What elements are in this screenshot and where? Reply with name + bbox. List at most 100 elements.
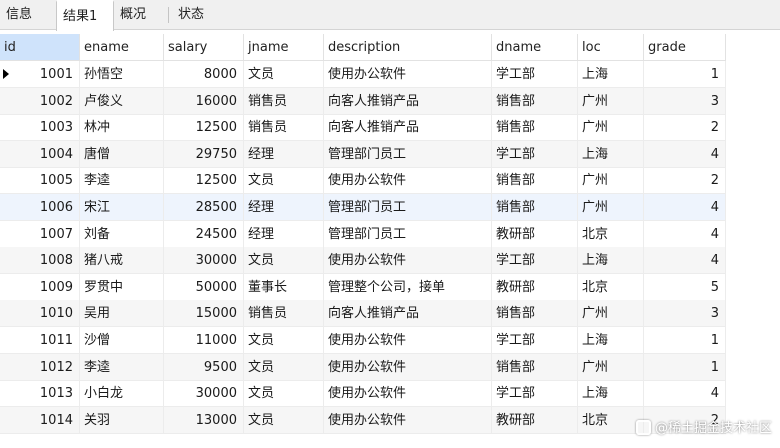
cell-jname[interactable]: 销售员 <box>244 87 324 115</box>
cell-description[interactable]: 向客人推销产品 <box>324 114 492 142</box>
cell-description[interactable]: 管理部门员工 <box>324 220 492 248</box>
cell-loc[interactable]: 北京 <box>578 273 644 301</box>
cell-salary[interactable]: 12500 <box>164 114 244 142</box>
cell-salary[interactable]: 30000 <box>164 380 244 408</box>
cell-loc[interactable]: 上海 <box>578 380 644 408</box>
cell-dname[interactable]: 教研部 <box>492 220 578 248</box>
cell-loc[interactable]: 北京 <box>578 220 644 248</box>
cell-id[interactable]: 1001 <box>0 61 80 88</box>
cell-dname[interactable]: 学工部 <box>492 61 578 88</box>
table-row[interactable]: 1003 林冲 12500 销售员 向客人推销产品 销售部 广州 2 <box>0 114 726 142</box>
cell-id[interactable]: 1013 <box>0 380 80 408</box>
cell-id[interactable]: 1010 <box>0 300 80 328</box>
table-row[interactable]: 1007 刘备 24500 经理 管理部门员工 教研部 北京 4 <box>0 220 726 248</box>
column-header-salary[interactable]: salary <box>164 34 244 61</box>
cell-grade[interactable]: 4 <box>644 247 726 275</box>
cell-ename[interactable]: 唐僧 <box>80 140 164 168</box>
cell-dname[interactable]: 销售部 <box>492 353 578 381</box>
cell-salary[interactable]: 29750 <box>164 140 244 168</box>
cell-jname[interactable]: 文员 <box>244 380 324 408</box>
cell-salary[interactable]: 13000 <box>164 406 244 434</box>
cell-jname[interactable]: 文员 <box>244 353 324 381</box>
cell-ename[interactable]: 吴用 <box>80 300 164 328</box>
cell-ename[interactable]: 卢俊义 <box>80 87 164 115</box>
cell-loc[interactable]: 广州 <box>578 300 644 328</box>
cell-jname[interactable]: 经理 <box>244 220 324 248</box>
cell-grade[interactable]: 4 <box>644 140 726 168</box>
cell-description[interactable]: 使用办公软件 <box>324 247 492 275</box>
column-header-dname[interactable]: dname <box>492 34 578 61</box>
cell-loc[interactable]: 上海 <box>578 61 644 88</box>
cell-description[interactable]: 使用办公软件 <box>324 327 492 354</box>
cell-ename[interactable]: 罗贯中 <box>80 273 164 301</box>
cell-salary[interactable]: 16000 <box>164 87 244 115</box>
cell-salary[interactable]: 8000 <box>164 61 244 88</box>
cell-ename[interactable]: 猪八戒 <box>80 247 164 275</box>
cell-grade[interactable]: 5 <box>644 273 726 301</box>
cell-loc[interactable]: 广州 <box>578 353 644 381</box>
cell-dname[interactable]: 销售部 <box>492 167 578 195</box>
column-header-loc[interactable]: loc <box>578 34 644 61</box>
cell-dname[interactable]: 销售部 <box>492 87 578 115</box>
table-row[interactable]: 1005 李逵 12500 文员 使用办公软件 销售部 广州 2 <box>0 167 726 195</box>
cell-description[interactable]: 管理整个公司，接单 <box>324 273 492 301</box>
table-row[interactable]: 1002 卢俊义 16000 销售员 向客人推销产品 销售部 广州 3 <box>0 87 726 115</box>
cell-description[interactable]: 使用办公软件 <box>324 353 492 381</box>
cell-dname[interactable]: 销售部 <box>492 194 578 221</box>
cell-description[interactable]: 管理部门员工 <box>324 194 492 221</box>
tab-info[interactable]: 信息 <box>0 0 56 30</box>
cell-jname[interactable]: 文员 <box>244 406 324 434</box>
cell-salary[interactable]: 28500 <box>164 194 244 221</box>
cell-description[interactable]: 向客人推销产品 <box>324 87 492 115</box>
table-row[interactable]: 1008 猪八戒 30000 文员 使用办公软件 学工部 上海 4 <box>0 247 726 275</box>
table-row[interactable]: 1010 吴用 15000 销售员 向客人推销产品 销售部 广州 3 <box>0 300 726 328</box>
cell-salary[interactable]: 24500 <box>164 220 244 248</box>
table-row[interactable]: 1012 李逵 9500 文员 使用办公软件 销售部 广州 1 <box>0 353 726 381</box>
cell-dname[interactable]: 销售部 <box>492 114 578 142</box>
cell-id[interactable]: 1006 <box>0 194 80 221</box>
cell-ename[interactable]: 沙僧 <box>80 327 164 354</box>
cell-loc[interactable]: 上海 <box>578 247 644 275</box>
cell-dname[interactable]: 学工部 <box>492 380 578 408</box>
cell-salary[interactable]: 9500 <box>164 353 244 381</box>
cell-jname[interactable]: 经理 <box>244 140 324 168</box>
cell-jname[interactable]: 文员 <box>244 327 324 354</box>
cell-grade[interactable]: 4 <box>644 194 726 221</box>
cell-grade[interactable]: 1 <box>644 61 726 88</box>
tab-result-1[interactable]: 结果1 <box>56 0 114 31</box>
column-header-description[interactable]: description <box>324 34 492 61</box>
cell-grade[interactable]: 3 <box>644 87 726 115</box>
cell-grade[interactable]: 1 <box>644 327 726 354</box>
cell-id[interactable]: 1009 <box>0 273 80 301</box>
cell-jname[interactable]: 经理 <box>244 194 324 221</box>
cell-description[interactable]: 使用办公软件 <box>324 380 492 408</box>
cell-dname[interactable]: 销售部 <box>492 300 578 328</box>
cell-id[interactable]: 1004 <box>0 140 80 168</box>
column-header-id[interactable]: id <box>0 34 80 61</box>
cell-id[interactable]: 1002 <box>0 87 80 115</box>
cell-loc[interactable]: 上海 <box>578 327 644 354</box>
cell-salary[interactable]: 11000 <box>164 327 244 354</box>
cell-ename[interactable]: 刘备 <box>80 220 164 248</box>
column-header-ename[interactable]: ename <box>80 34 164 61</box>
table-row[interactable]: 1006 宋江 28500 经理 管理部门员工 销售部 广州 4 <box>0 194 726 221</box>
cell-description[interactable]: 使用办公软件 <box>324 406 492 434</box>
cell-grade[interactable]: 3 <box>644 300 726 328</box>
cell-ename[interactable]: 孙悟空 <box>80 61 164 88</box>
tab-overview[interactable]: 概况 <box>114 0 170 30</box>
cell-ename[interactable]: 李逵 <box>80 353 164 381</box>
cell-description[interactable]: 使用办公软件 <box>324 61 492 88</box>
cell-grade[interactable]: 4 <box>644 380 726 408</box>
cell-id[interactable]: 1014 <box>0 406 80 434</box>
cell-loc[interactable]: 广州 <box>578 167 644 195</box>
cell-loc[interactable]: 北京 <box>578 406 644 434</box>
table-row[interactable]: 1001 孙悟空 8000 文员 使用办公软件 学工部 上海 1 <box>0 61 726 88</box>
cell-grade[interactable]: 2 <box>644 167 726 195</box>
cell-dname[interactable]: 学工部 <box>492 327 578 354</box>
tab-status[interactable]: 状态 <box>172 0 228 30</box>
cell-loc[interactable]: 广州 <box>578 87 644 115</box>
cell-loc[interactable]: 广州 <box>578 114 644 142</box>
cell-id[interactable]: 1005 <box>0 167 80 195</box>
cell-jname[interactable]: 文员 <box>244 61 324 88</box>
table-row[interactable]: 1014 关羽 13000 文员 使用办公软件 教研部 北京 2 <box>0 406 726 434</box>
